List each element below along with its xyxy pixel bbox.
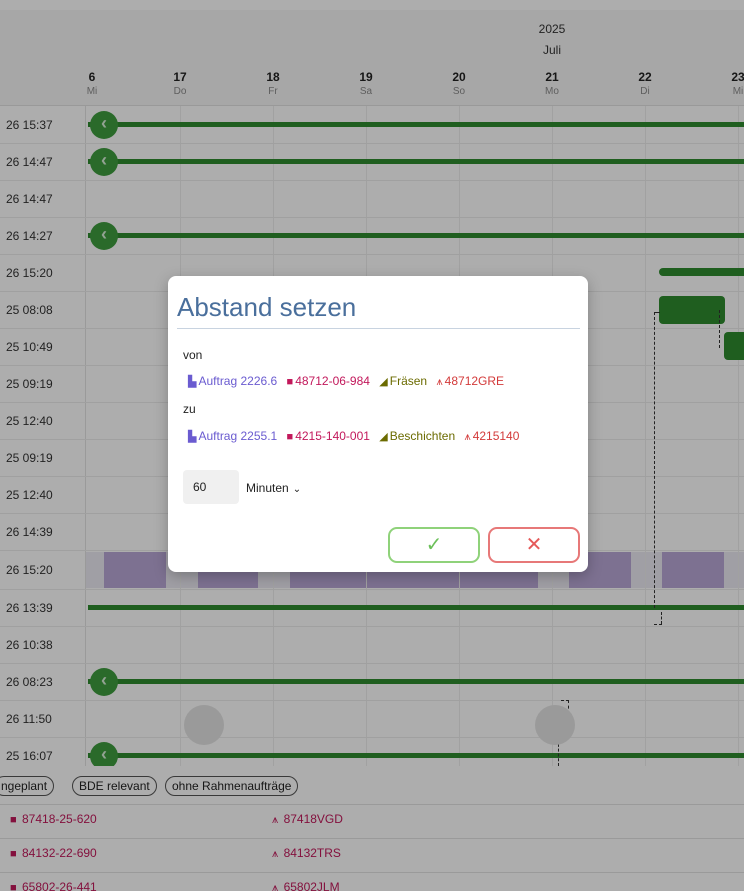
order-number: 48712-06-984 [295, 374, 370, 388]
check-icon: ✓ [425, 534, 443, 556]
gap-minutes-input[interactable] [183, 470, 239, 504]
confirm-button[interactable]: ✓ [388, 527, 480, 563]
cancel-button[interactable]: ✕ [488, 527, 580, 563]
set-gap-dialog: Abstand setzen von ▙ Auftrag 2226.6 ■ 4871… [168, 276, 588, 572]
chevron-down-icon: ⌄ [292, 484, 302, 495]
part-number: 4215140 [472, 429, 520, 443]
order-link[interactable]: Auftrag 2255.1 [198, 429, 277, 443]
hammer-icon: ◢ [379, 431, 388, 443]
close-icon: ✕ [525, 534, 543, 556]
dialog-title: Abstand setzen [177, 292, 357, 322]
part-number: 48712GRE [444, 374, 505, 388]
order-link[interactable]: Auftrag 2226.6 [198, 374, 277, 388]
from-operation: ▙ Auftrag 2226.6 ■ 48712-06-984 ◢ Fräsen ⩚ 4… [188, 374, 504, 389]
from-label: von [183, 348, 203, 362]
operation-name: Beschichten [389, 429, 456, 443]
document-icon: ▙ [188, 431, 197, 443]
hammer-icon: ◢ [379, 376, 388, 388]
folder-icon: ■ [286, 431, 294, 443]
document-icon: ▙ [188, 376, 197, 388]
folder-icon: ■ [286, 376, 294, 388]
unit-select[interactable]: Minuten ⌄ [246, 481, 301, 495]
to-operation: ▙ Auftrag 2255.1 ■ 4215-140-001 ◢ Beschicht… [188, 429, 519, 444]
compass-icon: ⩚ [464, 431, 471, 443]
title-divider [177, 328, 580, 329]
unit-label: Minuten [246, 481, 289, 495]
to-label: zu [183, 402, 196, 416]
compass-icon: ⩚ [436, 376, 443, 388]
order-number: 4215-140-001 [295, 429, 370, 443]
operation-name: Fräsen [389, 374, 428, 388]
